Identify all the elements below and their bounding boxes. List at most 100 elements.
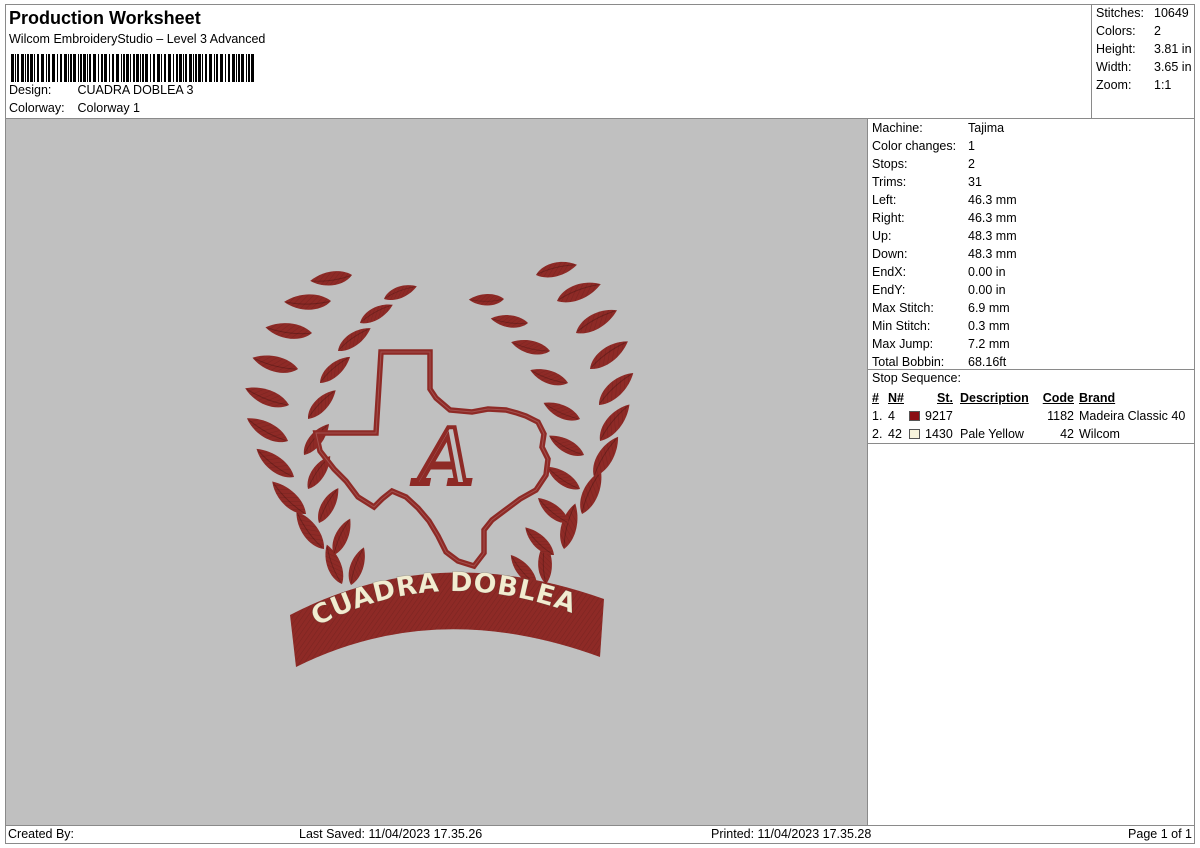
info-value: 6.9 mm xyxy=(968,301,1010,315)
thread-code: 1182 xyxy=(1047,409,1074,423)
laurel-leaf xyxy=(265,323,312,339)
software-name: Wilcom EmbroideryStudio – Level 3 Advanc… xyxy=(9,32,266,46)
info-label: Machine: xyxy=(872,121,923,135)
laurel-leaf xyxy=(307,455,331,489)
laurel-leaf xyxy=(318,488,339,523)
info-value: 7.2 mm xyxy=(968,337,1010,351)
laurel-leaf xyxy=(598,372,634,405)
info-divider xyxy=(868,369,1195,370)
laurel-leaf xyxy=(576,309,617,334)
laurel-leaf xyxy=(490,315,528,328)
page-title: Production Worksheet xyxy=(9,8,201,28)
info-value: 2 xyxy=(968,157,975,171)
laurel-leaf xyxy=(543,402,580,421)
info-row: Down: 48.3 mm xyxy=(872,245,1192,263)
stop-number: 1. xyxy=(872,409,883,423)
stat-zoom: Zoom: 1:1 xyxy=(1096,78,1171,92)
thread-color-swatch xyxy=(909,411,920,421)
laurel-leaf xyxy=(530,369,568,386)
printed-date: Printed: 11/04/2023 17.35.28 xyxy=(711,827,872,841)
stat-value: 3.81 in xyxy=(1154,42,1192,56)
needle-number: 42 xyxy=(888,427,902,441)
laurel-leaf xyxy=(284,294,331,310)
info-row: Machine: Tajima xyxy=(872,119,1192,137)
info-label: EndY: xyxy=(872,283,906,297)
thread-brand: Wilcom xyxy=(1079,427,1120,441)
info-value: 0.00 in xyxy=(968,283,1006,297)
thread-code: 42 xyxy=(1060,427,1074,441)
info-label: Max Jump: xyxy=(872,337,934,351)
laurel-leaf xyxy=(384,285,417,300)
laurel-leaf xyxy=(252,355,298,373)
stitch-count: 9217 xyxy=(925,409,953,423)
stop-row: 2. 42 1430 Pale Yellow 42 Wilcom xyxy=(868,425,1193,443)
info-value: 46.3 mm xyxy=(968,211,1017,225)
col-header-st: St. xyxy=(937,391,953,405)
stat-height: Height: 3.81 in xyxy=(1096,42,1192,56)
info-row: Trims: 31 xyxy=(872,173,1192,191)
stat-value: 3.65 in xyxy=(1154,60,1192,74)
info-row: Stops: 2 xyxy=(872,155,1192,173)
summary-stats-box: Stitches: 10649 Colors: 2 Height: 3.81 in W… xyxy=(1091,4,1195,118)
stat-value: 2 xyxy=(1154,24,1161,38)
laurel-leaf xyxy=(468,294,504,306)
info-label: Right: xyxy=(872,211,905,225)
info-label: Max Stitch: xyxy=(872,301,934,315)
col-header-num: # xyxy=(872,391,879,405)
stat-label: Width: xyxy=(1096,60,1132,74)
stat-value: 1:1 xyxy=(1154,78,1172,92)
info-row: Max Stitch: 6.9 mm xyxy=(872,299,1192,317)
thread-color-swatch xyxy=(909,429,920,439)
stitch-count: 1430 xyxy=(925,427,953,441)
info-row: Max Jump: 7.2 mm xyxy=(872,335,1192,353)
stop-sequence-rows: 1. 4 9217 1182 Madeira Classic 40 2. 42 1430 Pal… xyxy=(868,407,1193,443)
laurel-leaf xyxy=(360,304,393,324)
stat-value: 10649 xyxy=(1154,6,1189,20)
col-header-brand: Brand xyxy=(1079,391,1116,405)
stop-row: 1. 4 9217 1182 Madeira Classic 40 xyxy=(868,407,1193,425)
thread-description: Pale Yellow xyxy=(960,427,1024,441)
laurel-leaf xyxy=(256,448,294,478)
info-label: Trims: xyxy=(872,175,907,189)
laurel-leaf xyxy=(320,356,351,383)
stop-sequence-header: # N# St. Description Code Brand xyxy=(868,389,1193,407)
worksheet-footer: Created By: Last Saved: 11/04/2023 17.35… xyxy=(5,826,1195,844)
info-label: EndX: xyxy=(872,265,907,279)
worksheet-header: Production Worksheet Wilcom EmbroiderySt… xyxy=(5,4,1092,118)
col-header-n: N# xyxy=(888,391,904,405)
laurel-leaf xyxy=(338,328,371,352)
info-value: 48.3 mm xyxy=(968,247,1017,261)
design-label: Design: xyxy=(9,83,52,97)
design-info-panel: Machine: Tajima Color changes: 1 Stops: 2 Trim… xyxy=(872,119,1192,371)
page-number: Page 1 of 1 xyxy=(1128,827,1192,841)
design-name-row: Design: CUADRA DOBLEA 3 xyxy=(9,83,194,97)
stat-stitches: Stitches: 10649 xyxy=(1096,6,1189,20)
laurel-leaf xyxy=(593,436,619,477)
barcode xyxy=(11,54,254,82)
info-row: Min Stitch: 0.3 mm xyxy=(872,317,1192,335)
laurel-leaf xyxy=(599,404,630,441)
col-header-code: Code xyxy=(1042,391,1074,405)
info-label: Up: xyxy=(872,229,892,243)
needle-number: 4 xyxy=(888,409,895,423)
laurel-leaf xyxy=(549,435,584,456)
laurel-leaf xyxy=(557,282,601,303)
colorway-value: Colorway 1 xyxy=(77,101,141,115)
info-row: Left: 46.3 mm xyxy=(872,191,1192,209)
info-row: Color changes: 1 xyxy=(872,137,1192,155)
info-value: 68.16ft xyxy=(968,355,1007,369)
info-label: Left: xyxy=(872,193,897,207)
col-header-description: Description xyxy=(960,391,1029,405)
laurel-leaf xyxy=(245,387,289,408)
laurel-leaf xyxy=(307,390,336,419)
info-label: Stops: xyxy=(872,157,908,171)
laurel-leaf xyxy=(310,271,352,286)
info-label: Color changes: xyxy=(872,139,957,153)
info-value: 46.3 mm xyxy=(968,193,1017,207)
stop-sequence-table: # N# St. Description Code Brand 1. 4 9217 1… xyxy=(868,389,1193,443)
stat-width: Width: 3.65 in xyxy=(1096,60,1192,74)
laurel-leaf xyxy=(511,340,550,355)
laurel-leaf xyxy=(546,466,580,490)
stat-label: Zoom: xyxy=(1096,78,1132,92)
design-preview: A CUADRA DOBLEA xyxy=(6,119,867,825)
